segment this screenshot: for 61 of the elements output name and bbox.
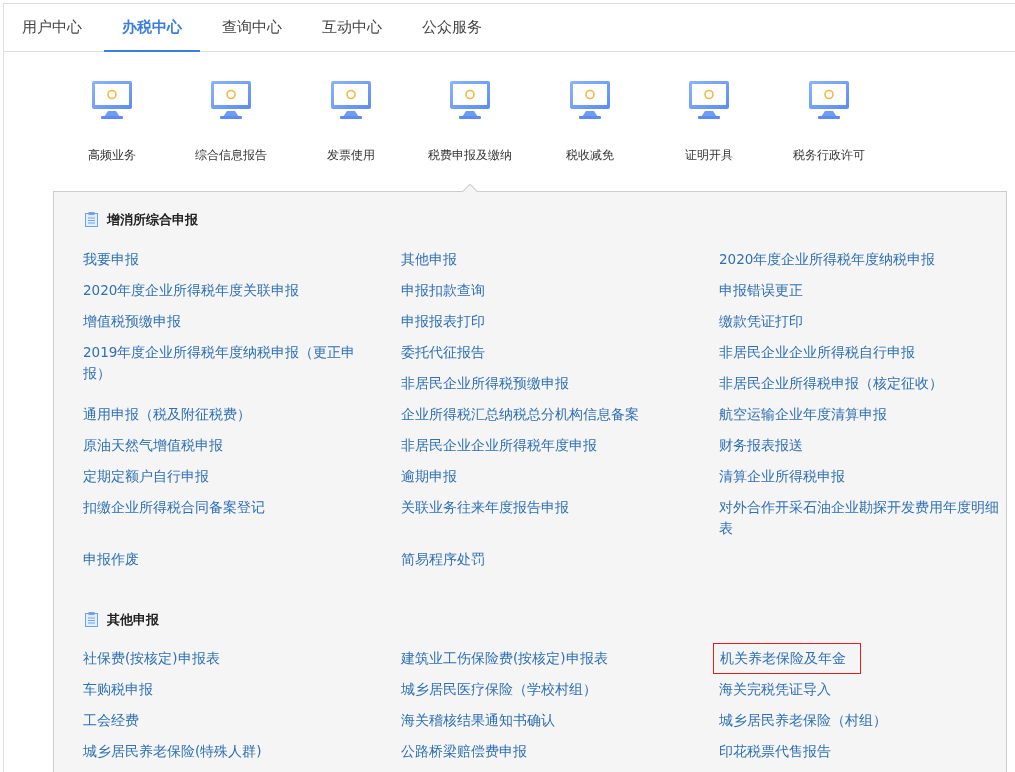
menu-link[interactable]: 航空运输企业年度清算申报: [719, 403, 1015, 425]
nav-tab[interactable]: 查询中心: [204, 4, 300, 52]
menu-link[interactable]: 申报作废: [83, 548, 401, 570]
clipboard-icon: [85, 212, 98, 228]
category-button[interactable]: 综合信息报告: [171, 80, 291, 191]
menu-link[interactable]: 企业所得税汇总纳税总分机构信息备案: [401, 403, 719, 425]
monitor-icon: [449, 80, 492, 120]
menu-link[interactable]: 其他申报: [401, 248, 719, 270]
menu-link[interactable]: 海关稽核结果通知书确认: [401, 710, 719, 731]
category-button[interactable]: 证明开具: [649, 80, 769, 191]
menu-link[interactable]: 城乡居民医疗保险（学校村组）: [401, 679, 719, 700]
clipboard-icon: [85, 611, 98, 627]
menu-link[interactable]: 申报扣款查询: [401, 279, 719, 301]
menu-link[interactable]: 城乡居民养老保险(特殊人群): [83, 741, 401, 762]
menu-link[interactable]: 非居民企业企业所得税年度申报: [401, 434, 719, 456]
nav-tab[interactable]: 用户中心: [4, 4, 100, 52]
menu-link[interactable]: 非居民企业企业所得税自行申报: [719, 341, 1015, 363]
monitor-icon: [90, 80, 133, 120]
menu-link[interactable]: 申报错误更正: [719, 279, 1015, 301]
menu-link[interactable]: 2020年度企业所得税年度关联申报: [83, 279, 401, 301]
nav-tab[interactable]: 公众服务: [404, 4, 500, 52]
menu-link[interactable]: 逾期申报: [401, 465, 719, 487]
menu-link[interactable]: 工会经费: [83, 710, 401, 731]
menu-link[interactable]: 原油天然气增值税申报: [83, 434, 401, 456]
nav-tab[interactable]: 互动中心: [304, 4, 400, 52]
monitor-icon: [210, 80, 253, 120]
menu-link[interactable]: 城乡居民养老保险（村组）: [719, 710, 1015, 731]
menu-link[interactable]: 通用申报（税及附征税费）: [83, 403, 401, 425]
monitor-icon: [688, 80, 731, 120]
menu-link[interactable]: 缴款凭证打印: [719, 310, 1015, 332]
category-button[interactable]: 税收减免: [530, 80, 650, 191]
category-button[interactable]: 高频业务: [52, 80, 172, 191]
menu-link[interactable]: 非居民企业所得税预缴申报: [401, 372, 719, 394]
menu-link[interactable]: 委托代征报告: [401, 341, 719, 363]
monitor-icon: [329, 80, 372, 120]
menu-link[interactable]: 关联业务往来年度报告申报: [401, 496, 719, 518]
category-button[interactable]: 税务行政许可: [769, 80, 889, 191]
menu-link[interactable]: 印花税票代售报告: [719, 741, 1015, 762]
menu-link[interactable]: 2019年度企业所得税年度纳税申报（更正申报）: [83, 341, 401, 384]
menu-link[interactable]: 机关养老保险及年金: [713, 643, 861, 674]
monitor-icon: [568, 80, 611, 120]
menu-link[interactable]: 公路桥梁赔偿费申报: [401, 741, 719, 762]
menu-link[interactable]: 增值税预缴申报: [83, 310, 401, 332]
category-button[interactable]: 发票使用: [291, 80, 411, 191]
menu-link[interactable]: 扣缴企业所得税合同备案登记: [83, 496, 401, 518]
nav-tab[interactable]: 办税中心: [104, 4, 200, 52]
menu-link[interactable]: 简易程序处罚: [401, 548, 719, 570]
menu-link[interactable]: 对外合作开采石油企业勘探开发费用年度明细表: [719, 496, 1015, 539]
menu-link[interactable]: 2020年度企业所得税年度纳税申报: [719, 248, 1015, 270]
menu-link[interactable]: 我要申报: [83, 248, 401, 270]
monitor-icon: [807, 80, 850, 120]
menu-link[interactable]: 车购税申报: [83, 679, 401, 700]
menu-link[interactable]: 社保费(按核定)申报表: [83, 648, 401, 669]
menu-link[interactable]: 非居民企业所得税申报（核定征收）: [719, 372, 1015, 394]
menu-link[interactable]: 清算企业所得税申报: [719, 465, 1015, 487]
menu-link[interactable]: 申报报表打印: [401, 310, 719, 332]
menu-link[interactable]: 定期定额户自行申报: [83, 465, 401, 487]
section-title: 增消所综合申报: [107, 211, 198, 229]
menu-link[interactable]: 海关完税凭证导入: [719, 679, 1015, 700]
section-title: 其他申报: [107, 610, 159, 629]
menu-link[interactable]: 财务报表报送: [719, 434, 1015, 456]
